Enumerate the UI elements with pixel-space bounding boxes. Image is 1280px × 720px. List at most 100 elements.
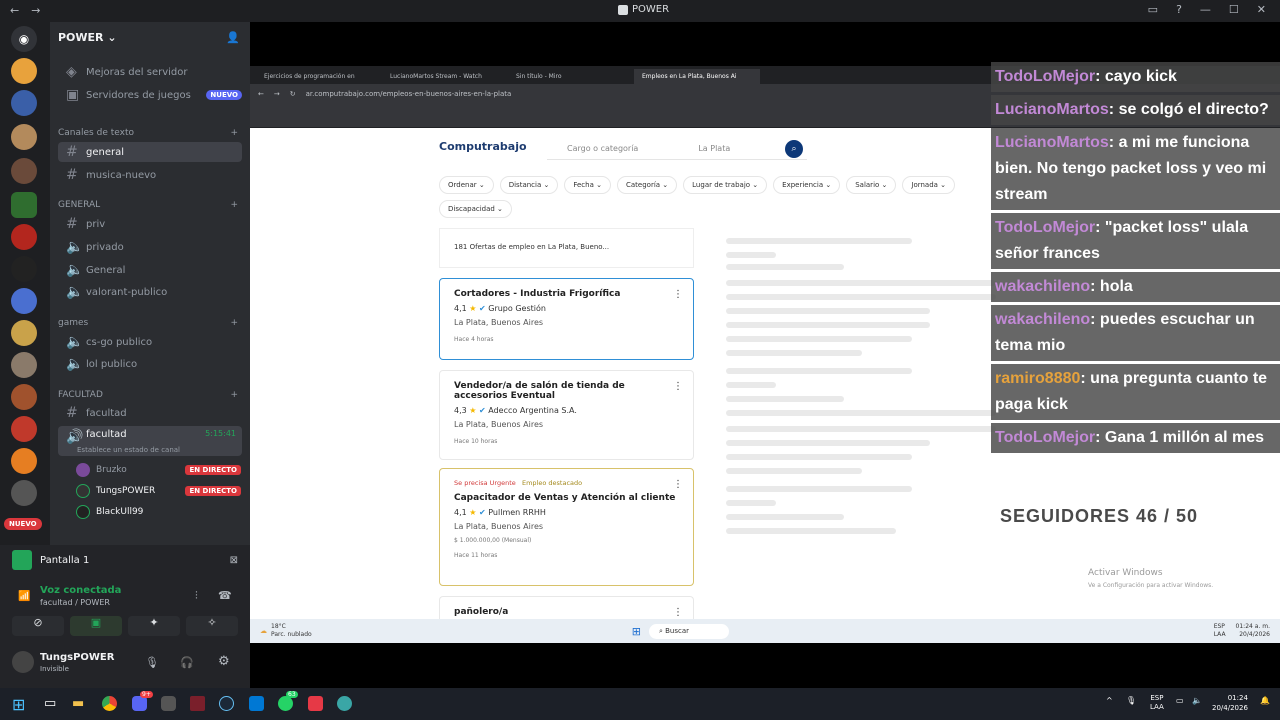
- job-title[interactable]: Vendedor/a de salón de tienda de accesor…: [454, 381, 664, 401]
- category-text-channels[interactable]: Canales de texto +: [58, 128, 238, 138]
- reload-icon[interactable]: ↻: [290, 90, 296, 98]
- volume-icon[interactable]: 🔈: [1192, 696, 1202, 705]
- browser-tab[interactable]: LucianoMartos Stream - Watch: [382, 69, 508, 84]
- stop-share-icon[interactable]: ⊠: [230, 555, 238, 566]
- filter-chip[interactable]: Categoría ⌄: [616, 176, 678, 194]
- screen-share-bar[interactable]: Pantalla 1 ⊠: [12, 549, 238, 571]
- browser-tab-active[interactable]: Empleos en La Plata, Buenos Ai: [634, 69, 760, 84]
- discord-icon[interactable]: [132, 696, 147, 711]
- steam-icon[interactable]: [219, 696, 234, 711]
- network-icon[interactable]: ▭: [1176, 696, 1184, 705]
- job-title[interactable]: pañolero/a: [454, 607, 679, 617]
- channel-lol[interactable]: 🔈 lol publico: [58, 354, 242, 374]
- server-icon[interactable]: [11, 320, 37, 346]
- url-text[interactable]: ar.computrabajo.com/empleos-en-buenos-ai…: [306, 90, 512, 98]
- filter-chip[interactable]: Jornada ⌄: [902, 176, 956, 194]
- search-box[interactable]: ⌕ Buscar: [648, 623, 729, 639]
- activities-button[interactable]: ✦: [128, 616, 180, 636]
- maximize-icon[interactable]: ☐: [1229, 3, 1239, 16]
- noise-suppression-icon[interactable]: ⫶: [195, 589, 198, 603]
- voice-user[interactable]: BlackUll99: [76, 505, 241, 519]
- add-channel-icon[interactable]: +: [230, 318, 238, 328]
- server-icon[interactable]: [11, 58, 37, 84]
- filter-chip[interactable]: Fecha ⌄: [564, 176, 611, 194]
- discord-home-icon[interactable]: ◉: [11, 26, 37, 52]
- disconnect-icon[interactable]: ☎: [218, 589, 232, 602]
- new-badge[interactable]: NUEVO: [4, 518, 42, 530]
- more-options-icon[interactable]: ⋮: [673, 289, 683, 300]
- username[interactable]: TungsPOWER: [40, 652, 114, 663]
- server-icon[interactable]: [11, 352, 37, 378]
- forward-icon[interactable]: →: [31, 4, 40, 17]
- voice-user[interactable]: TungsPOWER EN DIRECTO: [76, 484, 241, 498]
- more-options-icon[interactable]: ⋮: [673, 479, 683, 490]
- job-title[interactable]: Capacitador de Ventas y Atención al clie…: [454, 493, 679, 503]
- whatsapp-icon[interactable]: [278, 696, 293, 711]
- signal-icon[interactable]: 📶: [18, 591, 30, 602]
- channel-general-voice[interactable]: 🔈 General: [58, 260, 242, 280]
- add-channel-icon[interactable]: +: [230, 390, 238, 400]
- inbox-icon[interactable]: ▭: [1148, 3, 1158, 16]
- browser-tab[interactable]: Sin título - Miro: [508, 69, 634, 84]
- start-icon[interactable]: ⊞: [12, 695, 25, 714]
- server-name[interactable]: POWER ⌄: [58, 31, 117, 44]
- clock-time[interactable]: 01:24 a. m.: [1236, 623, 1270, 631]
- server-icon[interactable]: [11, 90, 37, 116]
- filter-chip[interactable]: Experiencia ⌄: [773, 176, 841, 194]
- server-icon[interactable]: [11, 480, 37, 506]
- server-icon[interactable]: [11, 124, 37, 150]
- server-icon[interactable]: [11, 256, 37, 282]
- camera-off-button[interactable]: ⊘: [12, 616, 64, 636]
- more-options-icon[interactable]: ⋮: [673, 381, 683, 392]
- server-icon[interactable]: [11, 288, 37, 314]
- vscode-icon[interactable]: [249, 696, 264, 711]
- filter-chip[interactable]: Ordenar ⌄: [439, 176, 494, 194]
- channel-general[interactable]: # general: [58, 142, 242, 162]
- help-icon[interactable]: ?: [1176, 3, 1182, 16]
- job-title[interactable]: Cortadores - Industria Frigorífica: [454, 289, 679, 299]
- voice-connected-label[interactable]: Voz conectada: [40, 585, 121, 596]
- site-logo[interactable]: Computrabajo: [439, 140, 527, 153]
- search-button[interactable]: ⌕: [785, 140, 803, 158]
- app-icon[interactable]: [190, 696, 205, 711]
- settings-icon[interactable]: ⚙: [218, 654, 230, 669]
- category-facultad[interactable]: FACULTAD +: [58, 390, 238, 400]
- chrome-icon[interactable]: [102, 696, 117, 711]
- server-boost-item[interactable]: ◈ Mejoras del servidor: [58, 62, 242, 82]
- mic-icon[interactable]: 🎙: [145, 656, 159, 669]
- filter-chip[interactable]: Salario ⌄: [846, 176, 897, 194]
- game-servers-item[interactable]: ▣ Servidores de juegos NUEVO: [58, 85, 242, 105]
- server-icon[interactable]: [11, 416, 37, 442]
- user-avatar[interactable]: [12, 651, 34, 673]
- notification-icon[interactable]: 🔔: [1260, 696, 1270, 705]
- app-icon[interactable]: [161, 696, 176, 711]
- language[interactable]: ESP: [1150, 694, 1164, 703]
- minimize-icon[interactable]: —: [1200, 3, 1211, 16]
- job-card-featured[interactable]: ⋮ Se precisa Urgente Empleo destacado Ca…: [439, 468, 694, 586]
- channel-facultad-text[interactable]: # facultad: [58, 403, 242, 423]
- voice-user[interactable]: Bruzko EN DIRECTO: [76, 463, 241, 477]
- screen-share-button[interactable]: ▣: [70, 616, 122, 636]
- job-card[interactable]: ⋮ Cortadores - Industria Frigorífica 4,1…: [439, 278, 694, 360]
- soundboard-button[interactable]: ✧: [186, 616, 238, 636]
- channel-privado[interactable]: 🔈 privado: [58, 237, 242, 257]
- channel-status[interactable]: Establece un estado de canal: [77, 446, 180, 454]
- headset-icon[interactable]: 🎧: [180, 656, 194, 669]
- filter-chip[interactable]: Discapacidad ⌄: [439, 200, 512, 218]
- file-explorer-icon[interactable]: ▬: [72, 696, 84, 711]
- category-games[interactable]: games +: [58, 318, 238, 328]
- filter-chip[interactable]: Distancia ⌄: [499, 176, 559, 194]
- app-icon[interactable]: [308, 696, 323, 711]
- filter-chip[interactable]: Lugar de trabajo ⌄: [683, 176, 768, 194]
- language[interactable]: ESP: [1214, 623, 1226, 631]
- browser-tab[interactable]: Ejercicios de programación en: [256, 69, 382, 84]
- back-icon[interactable]: ←: [258, 90, 264, 98]
- server-icon[interactable]: [11, 158, 37, 184]
- mic-icon[interactable]: 🎙: [1126, 696, 1136, 705]
- app-icon[interactable]: [337, 696, 352, 711]
- close-icon[interactable]: ✕: [1257, 3, 1266, 16]
- server-icon[interactable]: [11, 448, 37, 474]
- tray-chevron-icon[interactable]: ^: [1106, 696, 1113, 705]
- category-general[interactable]: GENERAL +: [58, 200, 238, 210]
- task-view-icon[interactable]: ▭: [44, 696, 56, 711]
